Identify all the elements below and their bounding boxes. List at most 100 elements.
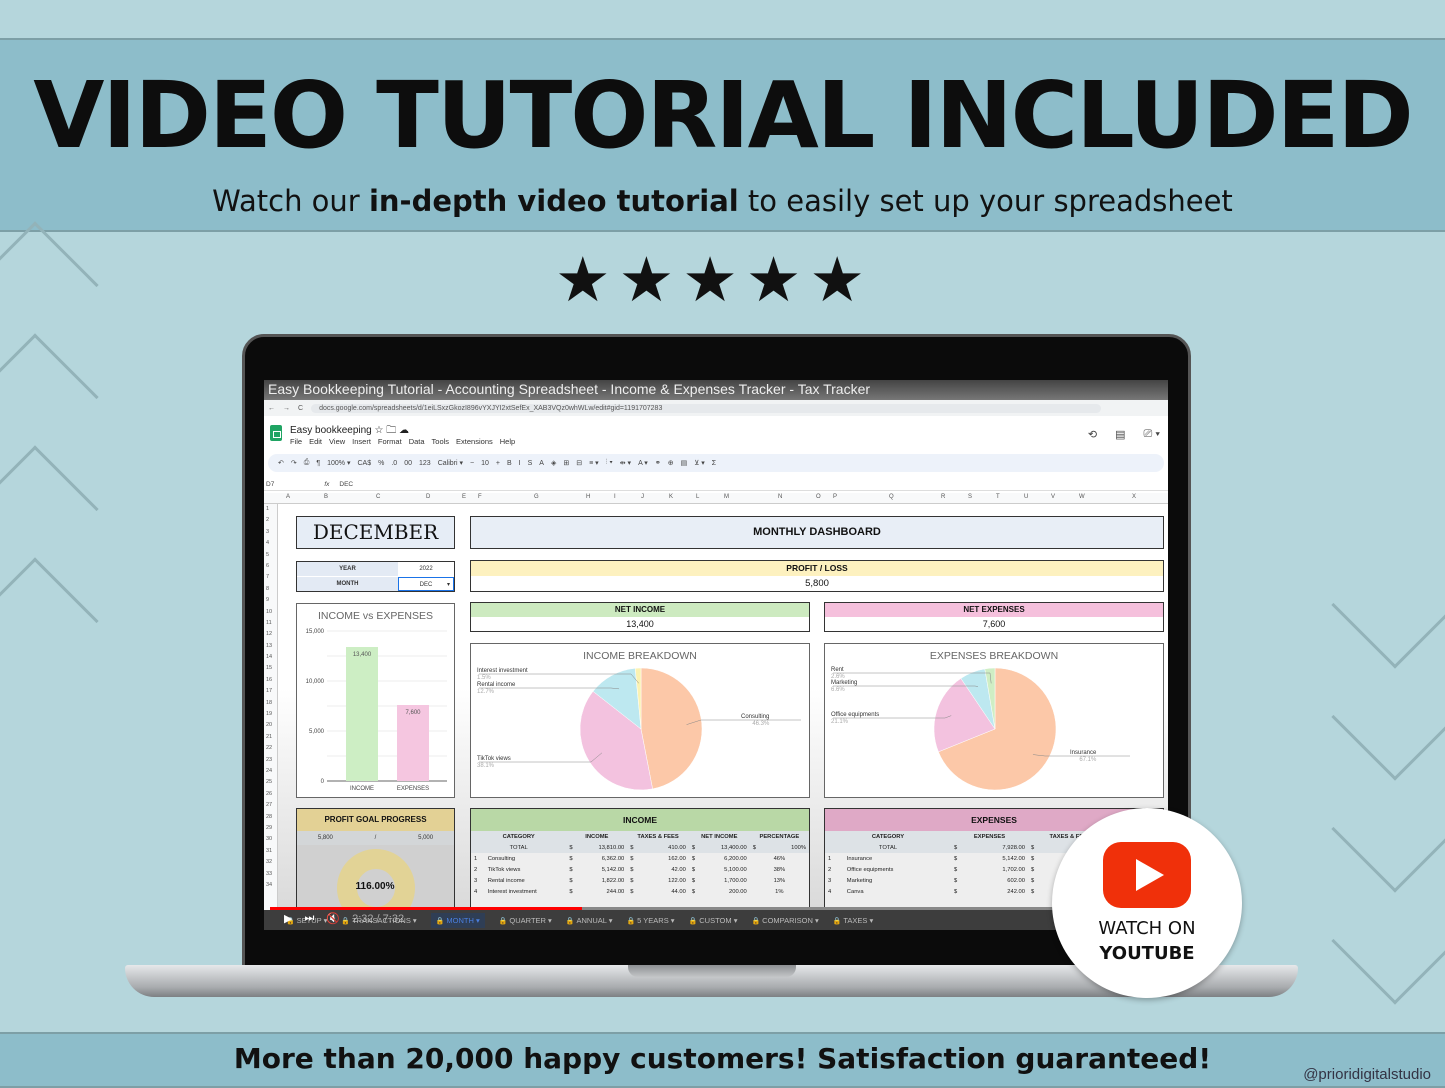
row-header[interactable]: 24 (264, 766, 277, 777)
row-header[interactable]: 14 (264, 652, 277, 663)
toolbar-button[interactable]: − (470, 460, 474, 467)
column-header-O[interactable]: O (816, 494, 821, 500)
column-header-W[interactable]: W (1079, 494, 1085, 500)
menu-extensions[interactable]: Extensions (456, 437, 493, 446)
column-header-R[interactable]: R (941, 494, 945, 500)
row-header[interactable]: 11 (264, 618, 277, 629)
table-row[interactable]: 1 Consulting $6,362.00 $162.00 $6,200.00 46% (471, 853, 809, 864)
table-row[interactable]: 2 TikTok views $5,142.00 $42.00 $5,100.00 38% (471, 864, 809, 875)
toolbar-button[interactable]: 123 (419, 460, 431, 467)
table-row[interactable]: 4 Interest investment $244.00 $44.00 $200.00… (471, 886, 809, 897)
menu-help[interactable]: Help (500, 437, 515, 446)
row-header[interactable]: 20 (264, 720, 277, 731)
url-field[interactable]: docs.google.com/spreadsheets/d/1eiLSxzGk… (311, 403, 1102, 413)
tab-quarter[interactable]: 🔒 QUARTER ▾ (499, 916, 552, 925)
column-header-S[interactable]: S (968, 494, 972, 500)
row-header[interactable]: 31 (264, 846, 277, 857)
row-header[interactable]: 8 (264, 584, 277, 595)
menu-view[interactable]: View (329, 437, 345, 446)
column-header-G[interactable]: G (534, 494, 539, 500)
row-header[interactable]: 21 (264, 732, 277, 743)
forward-icon[interactable]: → (283, 405, 290, 412)
row-header[interactable]: 18 (264, 698, 277, 709)
toolbar-button[interactable]: S (528, 460, 533, 467)
column-header-J[interactable]: J (641, 494, 644, 500)
row-header[interactable]: 4 (264, 538, 277, 549)
next-icon[interactable]: ⏭ (304, 912, 314, 925)
history-icon[interactable]: ⟲ (1088, 428, 1097, 441)
row-header[interactable]: 25 (264, 777, 277, 788)
toolbar-button[interactable]: 100% ▾ (327, 459, 350, 467)
column-header-D[interactable]: D (426, 494, 430, 500)
menu-format[interactable]: Format (378, 437, 402, 446)
row-header[interactable]: 3 (264, 527, 277, 538)
row-header[interactable]: 12 (264, 629, 277, 640)
tab-custom[interactable]: 🔒 CUSTOM ▾ (689, 916, 738, 925)
toolbar-button[interactable]: ≡ ▾ (589, 459, 599, 467)
menu-insert[interactable]: Insert (352, 437, 371, 446)
row-header[interactable]: 34 (264, 880, 277, 891)
column-header-T[interactable]: T (996, 494, 1000, 500)
toolbar-button[interactable]: CA$ (358, 460, 372, 467)
toolbar-button[interactable]: B (507, 460, 512, 467)
row-header[interactable]: 23 (264, 755, 277, 766)
toolbar-button[interactable]: A (539, 460, 544, 467)
play-icon[interactable]: ▶ (284, 912, 292, 925)
column-header-E[interactable]: E (462, 494, 466, 500)
toolbar-button[interactable]: Calibri ▾ (438, 459, 463, 467)
column-header-I[interactable]: I (614, 494, 616, 500)
row-header[interactable]: 15 (264, 663, 277, 674)
toolbar-button[interactable]: ⇹ ▾ (620, 459, 631, 467)
toolbar-button[interactable]: ¶ (316, 460, 320, 467)
row-header[interactable]: 6 (264, 561, 277, 572)
column-header-Q[interactable]: Q (889, 494, 894, 500)
toolbar-button[interactable]: + (496, 460, 500, 467)
toolbar-button[interactable]: ⊟ (576, 459, 582, 467)
column-header-M[interactable]: M (724, 494, 729, 500)
row-header[interactable]: 19 (264, 709, 277, 720)
menu-edit[interactable]: Edit (309, 437, 322, 446)
toolbar-button[interactable]: .0 (391, 460, 397, 467)
menu-data[interactable]: Data (409, 437, 425, 446)
row-header[interactable]: 17 (264, 686, 277, 697)
row-header[interactable]: 29 (264, 823, 277, 834)
comment-icon[interactable]: ▤ (1115, 428, 1125, 441)
meet-icon[interactable]: ⎚ ▾ (1144, 428, 1160, 441)
row-header[interactable]: 7 (264, 572, 277, 583)
doc-title[interactable]: Easy bookkeeping (290, 425, 372, 436)
toolbar-button[interactable]: % (378, 460, 384, 467)
column-header-L[interactable]: L (696, 494, 699, 500)
toolbar-button[interactable]: 10 (481, 460, 489, 467)
row-header[interactable]: 22 (264, 743, 277, 754)
column-header-N[interactable]: N (778, 494, 782, 500)
volume-icon[interactable]: 🔇 (326, 912, 340, 925)
column-header-V[interactable]: V (1051, 494, 1055, 500)
column-header-H[interactable]: H (586, 494, 590, 500)
row-header[interactable]: 30 (264, 834, 277, 845)
row-header[interactable]: 27 (264, 800, 277, 811)
toolbar-button[interactable]: Σ (712, 460, 716, 467)
toolbar-button[interactable]: ↶ (278, 459, 284, 467)
toolbar-button[interactable]: ↷ (291, 459, 297, 467)
tab-taxes[interactable]: 🔒 TAXES ▾ (833, 916, 874, 925)
formula-input[interactable]: DEC (339, 481, 353, 488)
column-header-F[interactable]: F (478, 494, 482, 500)
menu-file[interactable]: File (290, 437, 302, 446)
row-header[interactable]: 26 (264, 789, 277, 800)
row-header[interactable]: 1 (264, 504, 277, 515)
toolbar-button[interactable]: ⊕ (668, 459, 674, 467)
row-header[interactable]: 9 (264, 595, 277, 606)
row-header[interactable]: 28 (264, 812, 277, 823)
table-row[interactable]: 3 Rental income $1,822.00 $122.00 $1,700.00 1… (471, 875, 809, 886)
tab-comparison[interactable]: 🔒 COMPARISON ▾ (751, 916, 818, 925)
toolbar-button[interactable]: ▤ (681, 459, 688, 467)
reload-icon[interactable]: C (298, 405, 303, 412)
row-header[interactable]: 13 (264, 641, 277, 652)
row-header[interactable]: 10 (264, 607, 277, 618)
tab-5-years[interactable]: 🔒 5 YEARS ▾ (627, 916, 675, 925)
tab-month[interactable]: 🔒 MONTH ▾ (430, 912, 485, 928)
toolbar-button[interactable]: ◈ (551, 459, 556, 467)
row-header[interactable]: 2 (264, 515, 277, 526)
row-header[interactable]: 16 (264, 675, 277, 686)
tab-annual[interactable]: 🔒 ANNUAL ▾ (566, 916, 613, 925)
